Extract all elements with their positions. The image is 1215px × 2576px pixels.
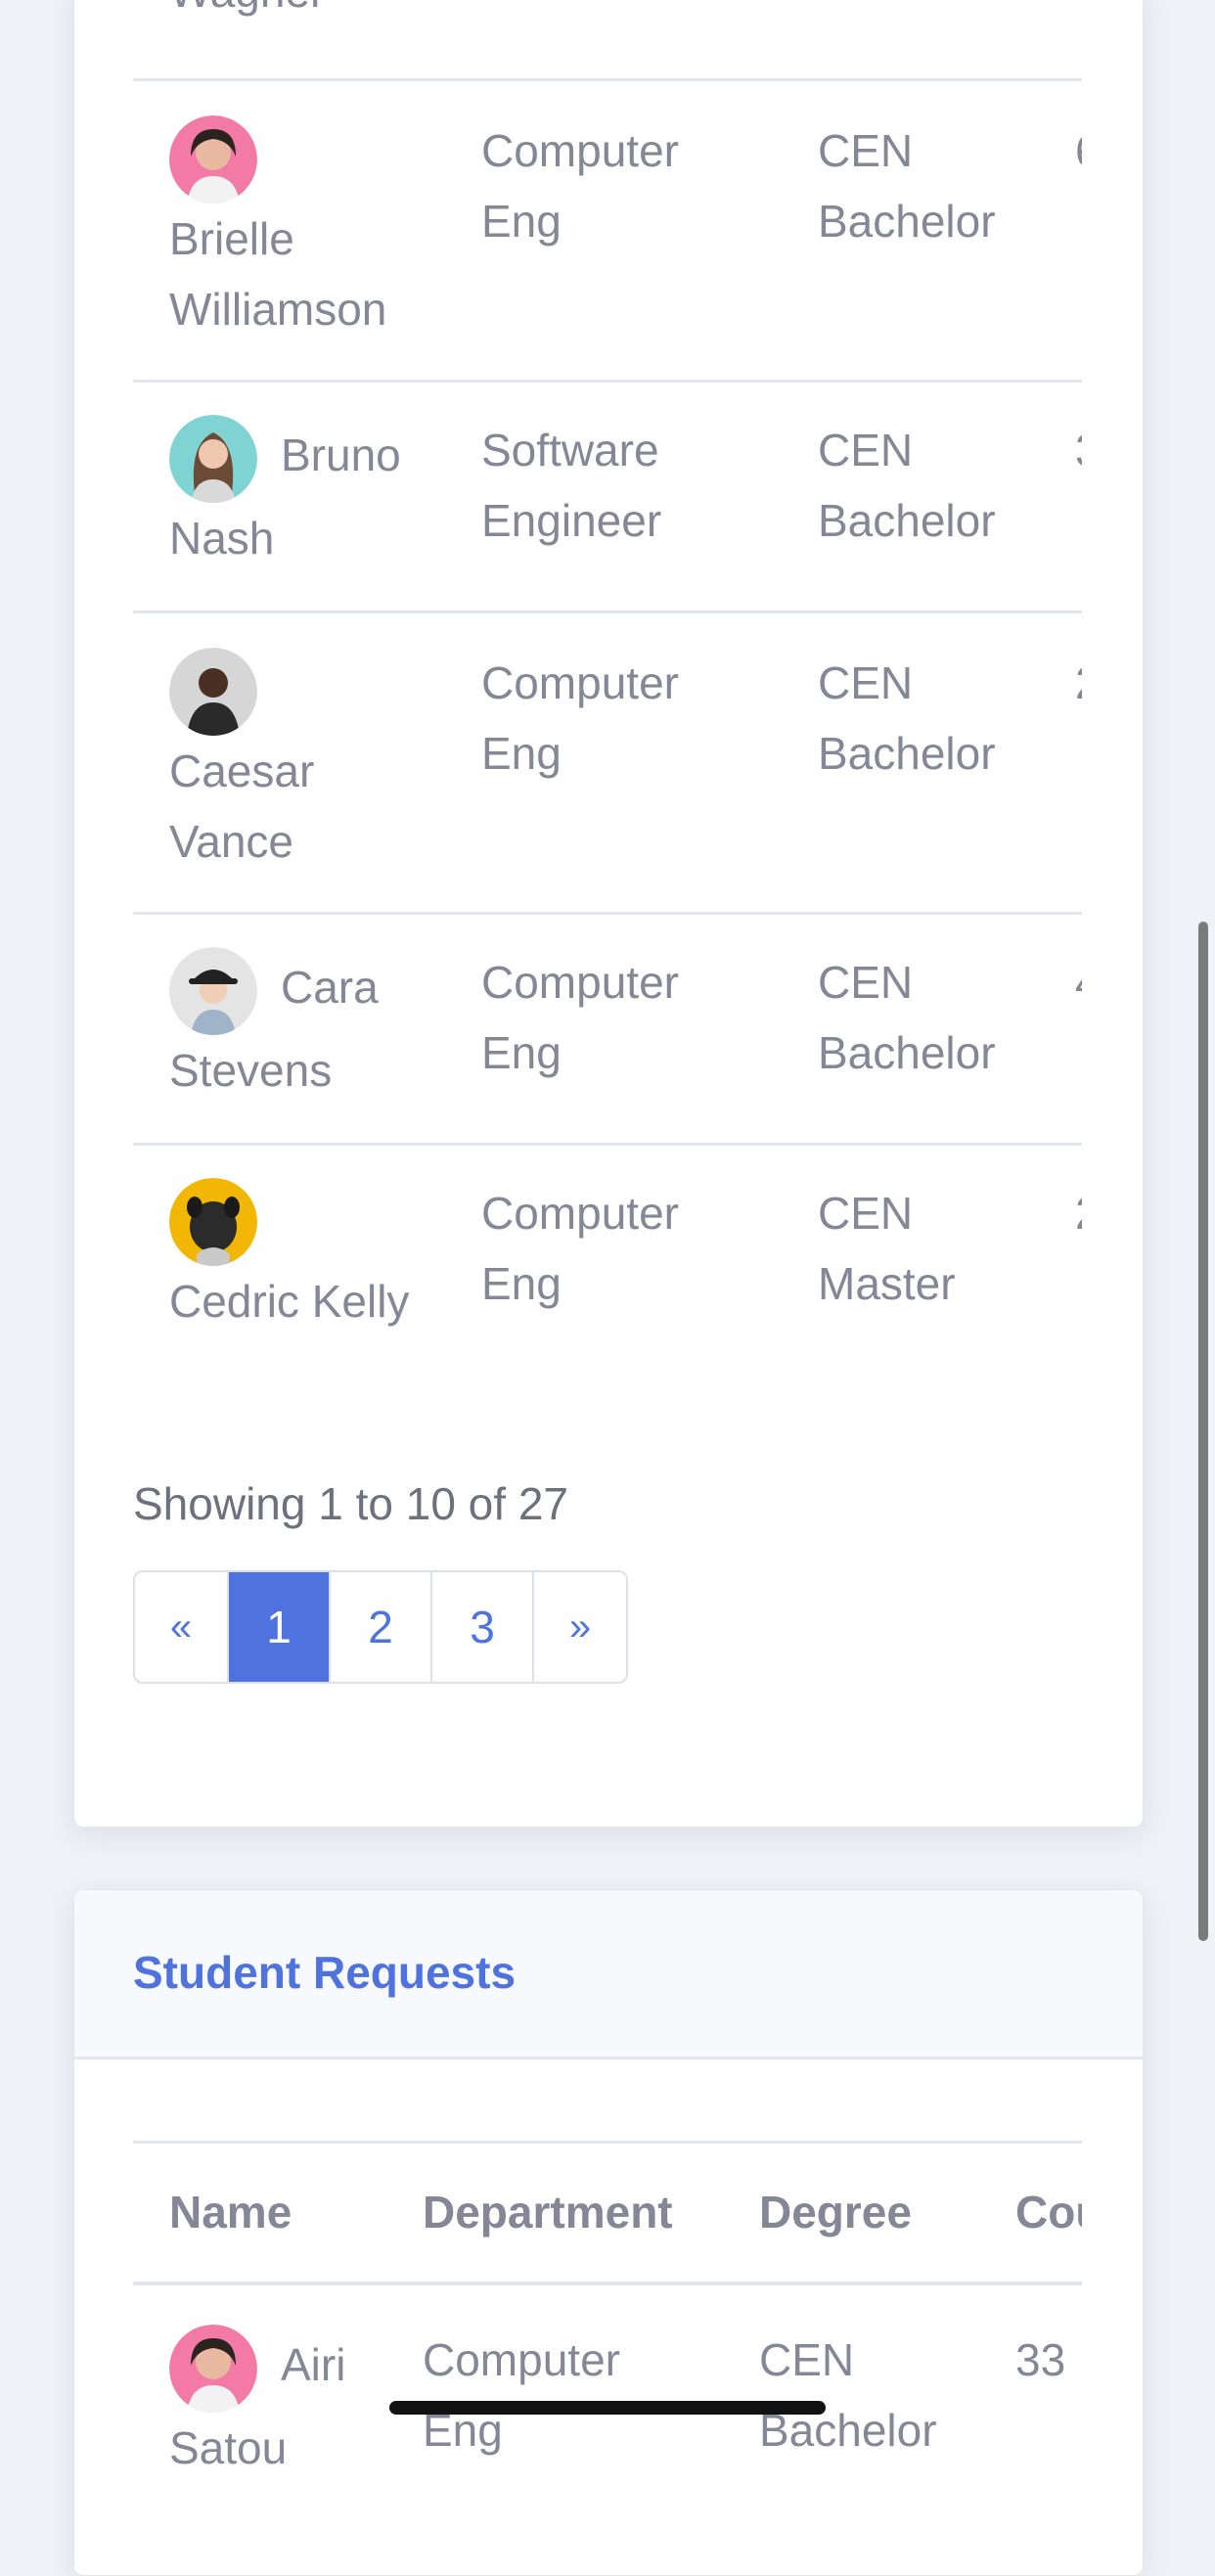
degree-cell: CEN Bachelor [818, 425, 996, 546]
student-first-name-text: Airi [281, 2339, 346, 2391]
students-table-card: Wagner Brielle Williamson Computer Eng C… [73, 0, 1144, 1828]
student-name-text: Caesar Vance [169, 746, 315, 867]
row-divider [133, 78, 1082, 81]
student-name-cell: Airi Satou [169, 2325, 426, 2483]
student-name-text: Cedric Kelly [169, 1276, 410, 1327]
man-dark-jacket-avatar [169, 648, 257, 736]
column-header-name[interactable]: Name [169, 2177, 292, 2247]
count-cell: 2 [1075, 1178, 1082, 1248]
pagination-prev-button[interactable]: « [135, 1572, 229, 1682]
column-header-degree[interactable]: Degree [759, 2177, 912, 2247]
student-name-cell: Cara Stevens [169, 947, 426, 1106]
pagination-info: Showing 1 to 10 of 27 [133, 1478, 568, 1529]
degree-cell: CEN Bachelor [818, 957, 996, 1078]
degree-cell: CEN Bachelor [818, 657, 996, 779]
student-name-text: Nash [169, 513, 275, 564]
vertical-scrollbar[interactable] [1198, 922, 1208, 1941]
department-cell: Software Engineer [481, 425, 662, 546]
woman-long-hair-avatar [169, 415, 257, 503]
row-divider [133, 610, 1082, 613]
department-cell: Computer Eng [481, 957, 679, 1078]
count-cell: 33 [1015, 2334, 1066, 2385]
card-header: Student Requests [74, 1890, 1143, 2059]
woman-smiling-avatar [169, 115, 257, 203]
student-name-cell: Bruno Nash [169, 415, 426, 573]
department-cell: Computer Eng [481, 657, 679, 779]
row-divider [133, 1143, 1082, 1146]
student-name-cell: Caesar Vance [169, 648, 426, 877]
column-header-count[interactable]: Cou [1015, 2177, 1082, 2247]
department-cell: Computer Eng [481, 125, 679, 247]
department-cell: Computer Eng [423, 2325, 657, 2465]
woman-smiling-avatar [169, 2325, 257, 2413]
pagination-page-2[interactable]: 2 [331, 1572, 432, 1682]
student-first-name-text: Cara [281, 962, 379, 1014]
home-indicator[interactable] [389, 2401, 826, 2415]
student-requests-card: Student Requests Name Department Degree … [73, 1889, 1144, 2576]
column-header-department[interactable]: Department [423, 2177, 673, 2247]
degree-cell: CEN Bachelor [818, 125, 996, 247]
pagination: « 1 2 3 » [133, 1570, 628, 1684]
student-name-text: Stevens [169, 1045, 333, 1096]
degree-cell: CEN Master [818, 1188, 956, 1309]
partial-student-name: Wagner [169, 0, 325, 26]
student-name-cell: Cedric Kelly [169, 1178, 426, 1336]
degree-cell: CEN Bachelor [759, 2325, 974, 2465]
table-top-border [133, 2141, 1082, 2144]
student-first-name-text: Bruno [281, 429, 401, 481]
row-divider [133, 380, 1082, 383]
pug-dog-avatar [169, 1178, 257, 1266]
count-cell: 6 [1075, 115, 1082, 186]
pagination-page-3[interactable]: 3 [432, 1572, 534, 1682]
student-name-cell: Brielle Williamson [169, 115, 426, 344]
row-divider [133, 912, 1082, 915]
count-cell: 3 [1075, 415, 1082, 485]
header-divider [133, 2282, 1082, 2285]
pagination-page-1[interactable]: 1 [229, 1572, 331, 1682]
department-line-1: Computer [423, 2334, 620, 2385]
count-cell: 4 [1075, 947, 1082, 1017]
woman-hat-avatar [169, 947, 257, 1035]
student-name-text: Satou [169, 2422, 288, 2473]
pagination-next-button[interactable]: » [534, 1572, 626, 1682]
card-title: Student Requests [133, 1947, 517, 1998]
count-cell: 2 [1075, 648, 1082, 718]
student-name-text: Brielle Williamson [169, 213, 387, 335]
degree-line-1: CEN [759, 2334, 855, 2385]
department-cell: Computer Eng [481, 1188, 679, 1309]
